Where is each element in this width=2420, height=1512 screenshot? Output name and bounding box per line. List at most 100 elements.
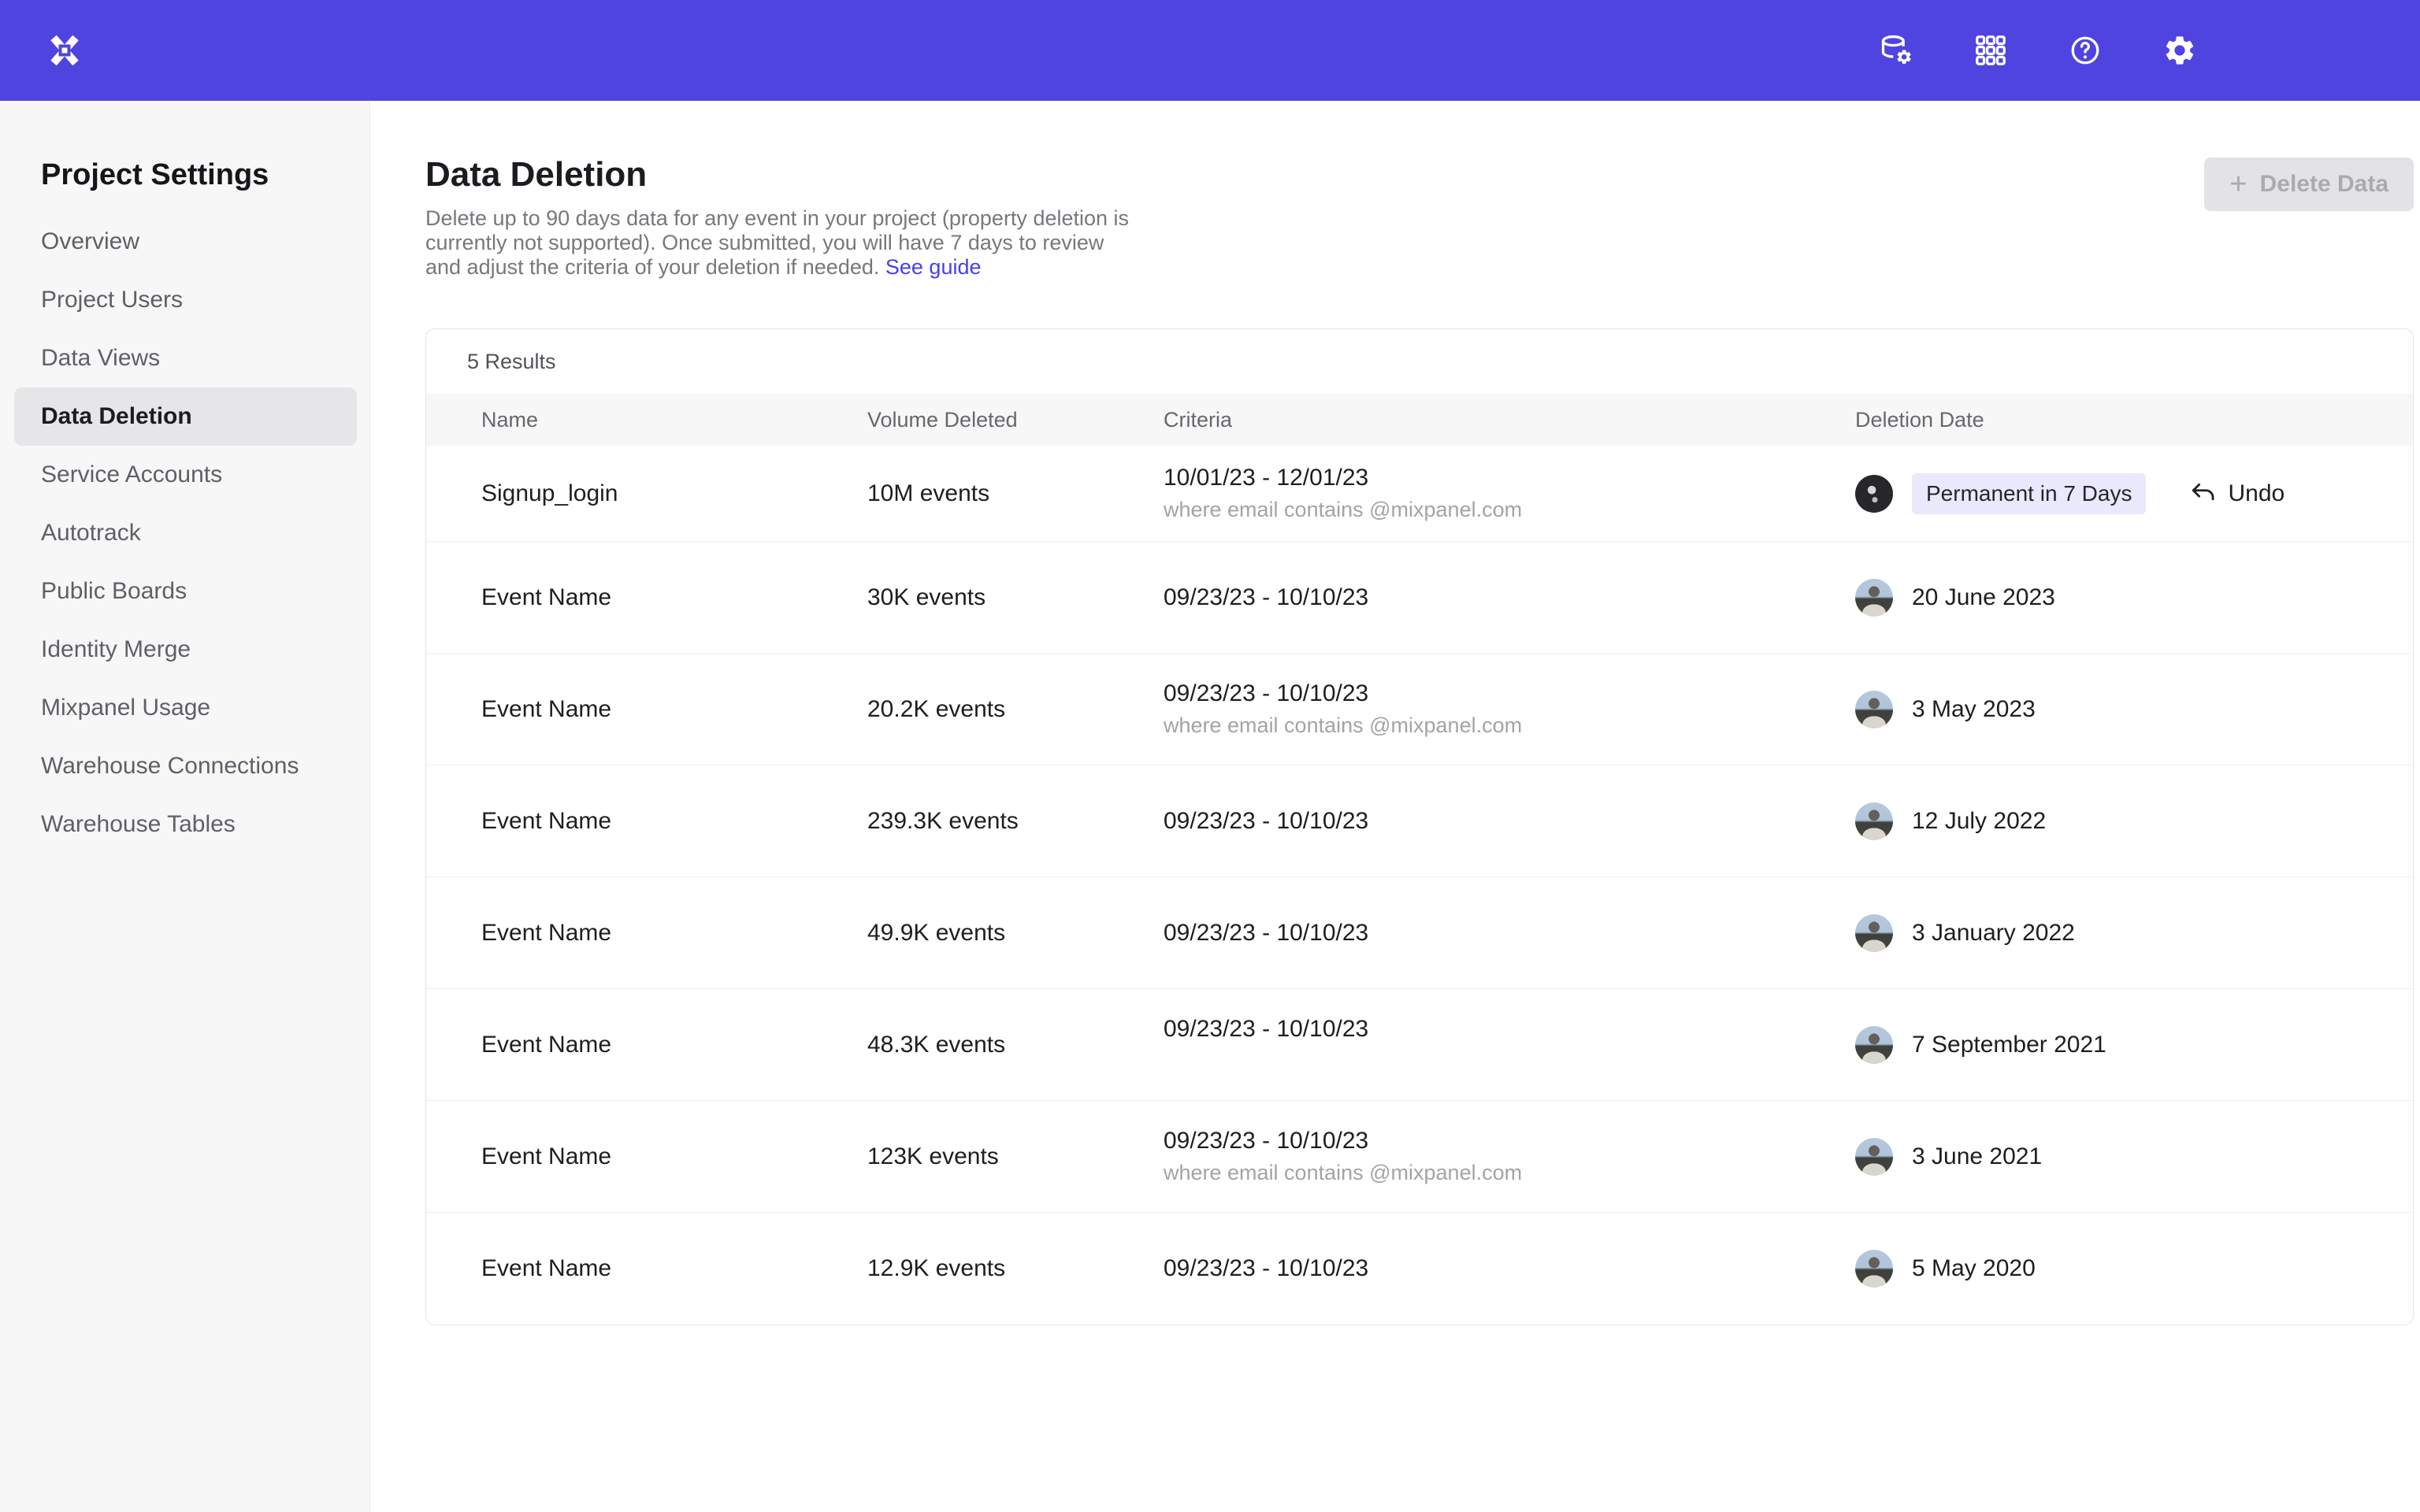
user-avatar [1855,914,1893,952]
criteria-filter: where email contains @mixpanel.com [1164,1161,1855,1185]
criteria-range: 09/23/23 - 10/10/23 [1164,1255,1855,1282]
column-header-deletion-date: Deletion Date [1855,408,2413,432]
status-badge: Permanent in 7 Days [1912,473,2146,514]
apps-grid-icon[interactable] [1973,33,2008,68]
sidebar-item-label: Autotrack [41,520,141,547]
table-header-row: Name Volume Deleted Criteria Deletion Da… [426,394,2413,446]
user-avatar [1855,802,1893,840]
table-row: Event Name 49.9K events 09/23/23 - 10/10… [426,877,2413,989]
criteria-range: 09/23/23 - 10/10/23 [1164,584,1855,611]
sidebar-item-label: Overview [41,228,139,255]
criteria-cell: 10/01/23 - 12/01/23 where email contains… [1164,465,1855,522]
event-name-cell: Event Name [481,1255,867,1282]
deletion-date-text: 3 May 2023 [1912,696,2036,723]
deletion-date-text: 3 January 2022 [1912,920,2075,947]
sidebar-item-autotrack[interactable]: Autotrack [14,504,357,562]
sidebar-item-warehouse-tables[interactable]: Warehouse Tables [14,795,357,854]
criteria-filter: where email contains @mixpanel.com [1164,498,1855,522]
sidebar-item-label: Data Views [41,345,160,372]
deletion-date-cell: 3 January 2022 [1855,914,2413,952]
volume-deleted-cell: 30K events [867,584,1164,611]
criteria-range: 09/23/23 - 10/10/23 [1164,1128,1855,1154]
deletion-date-text: 20 June 2023 [1912,584,2055,611]
criteria-cell: 09/23/23 - 10/10/23 [1164,584,1855,611]
page-description-text: Delete up to 90 days data for any event … [425,206,1129,279]
deletion-date-cell: 5 May 2020 [1855,1250,2413,1288]
sidebar-item-label: Mixpanel Usage [41,695,210,721]
sidebar-item-warehouse-connections[interactable]: Warehouse Connections [14,737,357,795]
criteria-range: 09/23/23 - 10/10/23 [1164,808,1855,835]
topbar-icon-group [1879,33,2197,68]
delete-data-button[interactable]: + Delete Data [2204,158,2414,211]
deletion-date-cell: 20 June 2023 [1855,579,2413,617]
criteria-cell: 09/23/23 - 10/10/23 [1164,920,1855,947]
user-avatar [1855,691,1893,728]
data-management-icon[interactable] [1879,33,1913,68]
sidebar-item-label: Public Boards [41,578,187,605]
top-navigation-bar [0,0,2420,101]
volume-deleted-cell: 48.3K events [867,1032,1164,1058]
user-avatar [1855,1138,1893,1176]
criteria-cell: 09/23/23 - 10/10/23 [1164,1016,1855,1073]
criteria-range: 09/23/23 - 10/10/23 [1164,1016,1855,1043]
deletion-date-text: 3 June 2021 [1912,1143,2042,1170]
table-row: Event Name 20.2K events 09/23/23 - 10/10… [426,654,2413,765]
deletion-date-text: 5 May 2020 [1912,1255,2036,1282]
sidebar-item-project-users[interactable]: Project Users [14,271,357,329]
help-icon[interactable] [2068,33,2103,68]
criteria-filter: where email contains @mixpanel.com [1164,713,1855,738]
volume-deleted-cell: 49.9K events [867,920,1164,947]
sidebar-item-label: Service Accounts [41,461,222,488]
table-row: Event Name 48.3K events 09/23/23 - 10/10… [426,989,2413,1101]
sidebar-item-label: Warehouse Tables [41,811,236,838]
sidebar-nav: Overview Project Users Data Views Data Dele… [0,213,369,854]
settings-icon[interactable] [2162,33,2197,68]
sidebar-item-overview[interactable]: Overview [14,213,357,271]
deletion-date-text: 12 July 2022 [1912,808,2046,835]
criteria-cell: 09/23/23 - 10/10/23 where email contains… [1164,680,1855,738]
undo-button[interactable]: Undo [2190,480,2285,507]
table-row: Event Name 123K events 09/23/23 - 10/10/… [426,1101,2413,1213]
table-row: Event Name 239.3K events 09/23/23 - 10/1… [426,765,2413,877]
page-description: Delete up to 90 days data for any event … [425,206,1134,280]
sidebar-item-mixpanel-usage[interactable]: Mixpanel Usage [14,679,357,737]
user-avatar [1855,475,1893,513]
sidebar-item-data-views[interactable]: Data Views [14,329,357,387]
event-name-cell: Event Name [481,1032,867,1058]
see-guide-link[interactable]: See guide [885,255,982,279]
criteria-filter [1164,1049,1855,1073]
deletion-date-cell: 3 June 2021 [1855,1138,2413,1176]
column-header-volume-deleted: Volume Deleted [867,408,1164,432]
user-avatar [1855,579,1893,617]
deletion-table-card: 5 Results Name Volume Deleted Criteria D… [425,328,2414,1325]
sidebar-item-service-accounts[interactable]: Service Accounts [14,446,357,504]
event-name-cell: Event Name [481,696,867,723]
sidebar-item-label: Data Deletion [41,403,192,430]
table-row: Signup_login 10M events 10/01/23 - 12/01… [426,446,2413,542]
mixpanel-logo[interactable] [46,32,84,69]
criteria-range: 09/23/23 - 10/10/23 [1164,920,1855,947]
criteria-range: 10/01/23 - 12/01/23 [1164,465,1855,491]
deletion-date-text: 7 September 2021 [1912,1032,2106,1058]
undo-icon [2190,480,2217,507]
results-count: 5 Results [426,329,2413,394]
criteria-cell: 09/23/23 - 10/10/23 [1164,1255,1855,1282]
table-row: Event Name 30K events 09/23/23 - 10/10/2… [426,542,2413,654]
sidebar-item-data-deletion[interactable]: Data Deletion [14,387,357,446]
deletion-date-cell: 12 July 2022 [1855,802,2413,840]
volume-deleted-cell: 20.2K events [867,696,1164,723]
sidebar-item-label: Identity Merge [41,636,191,663]
table-row: Event Name 12.9K events 09/23/23 - 10/10… [426,1213,2413,1325]
deletion-date-cell: Permanent in 7 Days Undo [1855,473,2413,514]
sidebar-item-identity-merge[interactable]: Identity Merge [14,621,357,679]
sidebar-item-label: Project Users [41,287,183,313]
event-name-cell: Event Name [481,584,867,611]
sidebar-item-public-boards[interactable]: Public Boards [14,562,357,621]
table-body: Signup_login 10M events 10/01/23 - 12/01… [426,446,2413,1325]
criteria-cell: 09/23/23 - 10/10/23 where email contains… [1164,1128,1855,1185]
undo-label: Undo [2228,480,2285,507]
user-avatar [1855,1026,1893,1064]
sidebar-title: Project Settings [41,154,369,195]
column-header-name: Name [481,408,867,432]
deletion-date-cell: 3 May 2023 [1855,691,2413,728]
